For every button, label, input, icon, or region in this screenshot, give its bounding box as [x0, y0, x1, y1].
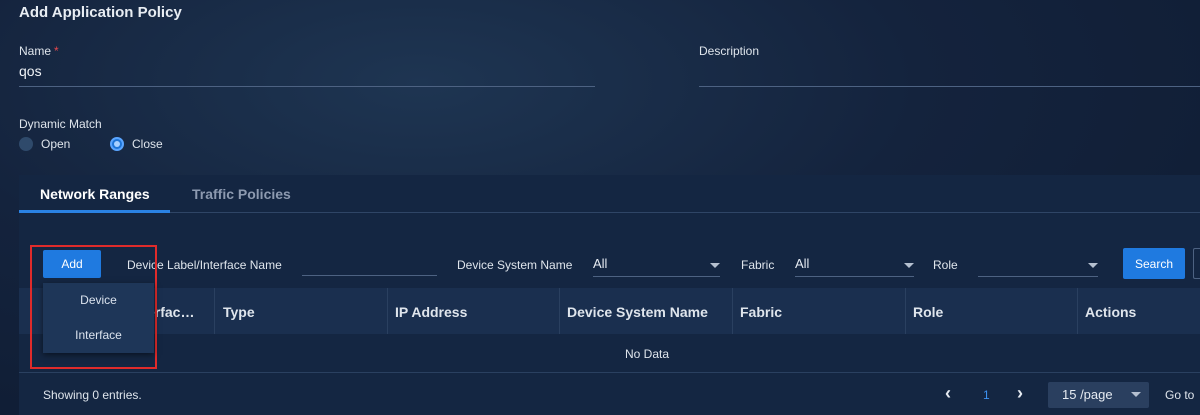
- column-divider: [1077, 288, 1078, 334]
- search-button[interactable]: Search: [1123, 248, 1185, 279]
- reset-button[interactable]: [1193, 248, 1200, 279]
- radio-close[interactable]: Close: [110, 137, 163, 151]
- chevron-down-icon: [710, 263, 720, 268]
- column-header-ip-address: IP Address: [395, 304, 468, 320]
- page-size-value: 15 /page: [1062, 387, 1113, 402]
- role-filter-label: Role: [933, 258, 958, 272]
- add-dropdown-menu: Device Interface: [43, 283, 154, 353]
- chevron-down-icon: [1131, 392, 1141, 397]
- tab-network-ranges[interactable]: Network Ranges: [40, 186, 150, 202]
- chevron-right-icon[interactable]: ›: [1017, 383, 1023, 404]
- active-tab-indicator: [19, 210, 170, 213]
- empty-table-text: No Data: [625, 347, 670, 361]
- column-header-type: Type: [223, 304, 255, 320]
- column-header-role: Role: [913, 304, 944, 320]
- goto-label: Go to: [1165, 388, 1195, 402]
- chevron-down-icon: [904, 263, 914, 268]
- column-divider: [387, 288, 388, 334]
- radio-checked-icon: [110, 137, 124, 151]
- radio-close-label: Close: [132, 137, 163, 151]
- name-label: Name *: [19, 44, 59, 58]
- chevron-down-icon: [1088, 263, 1098, 268]
- fabric-select[interactable]: All: [795, 256, 914, 277]
- radio-unchecked-icon: [19, 137, 33, 151]
- required-marker: *: [54, 44, 59, 58]
- menu-item-interface[interactable]: Interface: [43, 328, 154, 342]
- system-name-filter-label: Device System Name: [457, 258, 573, 272]
- name-input[interactable]: qos: [19, 63, 595, 87]
- menu-item-device[interactable]: Device: [43, 293, 154, 307]
- column-divider: [214, 288, 215, 334]
- entries-count: Showing 0 entries.: [43, 388, 142, 402]
- tab-traffic-policies[interactable]: Traffic Policies: [192, 186, 291, 202]
- page-number-current[interactable]: 1: [983, 388, 990, 402]
- dynamic-match-label: Dynamic Match: [19, 117, 102, 131]
- system-name-select[interactable]: All: [593, 256, 720, 277]
- page-size-select[interactable]: 15 /page: [1048, 382, 1149, 408]
- column-header-fabric: Fabric: [740, 304, 783, 320]
- page-title: Add Application Policy: [19, 4, 182, 21]
- column-divider: [732, 288, 733, 334]
- column-divider: [559, 288, 560, 334]
- description-input[interactable]: [699, 63, 1200, 87]
- chevron-left-icon[interactable]: ‹: [945, 383, 951, 404]
- role-select[interactable]: [978, 256, 1098, 277]
- radio-open-label: Open: [41, 137, 71, 151]
- device-label-filter-input[interactable]: [302, 257, 437, 276]
- fabric-select-value: All: [795, 256, 810, 271]
- column-header-device-system-name: Device System Name: [567, 304, 708, 320]
- fabric-filter-label: Fabric: [741, 258, 775, 272]
- system-name-select-value: All: [593, 256, 608, 271]
- radio-open[interactable]: Open: [19, 137, 70, 151]
- column-divider: [905, 288, 906, 334]
- column-header-actions: Actions: [1085, 304, 1137, 320]
- description-label: Description: [699, 44, 760, 58]
- empty-table-row: [19, 334, 1200, 373]
